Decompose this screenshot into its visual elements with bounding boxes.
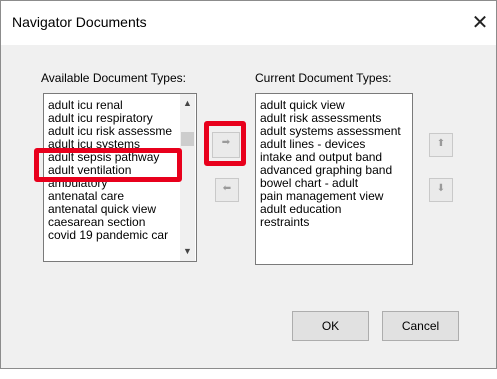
add-document-button[interactable]: ➡ xyxy=(212,132,240,158)
current-types-list[interactable]: adult quick view adult risk assessments … xyxy=(255,93,413,265)
selection-highlight-box xyxy=(34,148,182,182)
list-item[interactable]: covid 19 pandemic car xyxy=(48,229,168,242)
cancel-button[interactable]: Cancel xyxy=(382,311,459,341)
arrow-left-icon: ⬅ xyxy=(222,183,232,194)
arrow-down-icon: ⬇ xyxy=(436,183,446,194)
arrow-up-icon: ⬆ xyxy=(436,138,446,149)
navigator-documents-dialog: Navigator Documents ✕ Available Document… xyxy=(0,0,497,369)
title-bar: Navigator Documents ✕ xyxy=(1,1,496,45)
move-up-button[interactable]: ⬆ xyxy=(429,133,453,157)
scroll-down-icon[interactable]: ▼ xyxy=(180,244,195,259)
available-list-scrollbar[interactable]: ▲ ▼ xyxy=(180,94,195,261)
ok-button[interactable]: OK xyxy=(292,311,369,341)
scroll-up-icon[interactable]: ▲ xyxy=(180,96,195,111)
dialog-title: Navigator Documents xyxy=(12,14,147,30)
scrollbar-thumb[interactable] xyxy=(181,132,194,146)
available-types-label: Available Document Types: xyxy=(41,71,186,85)
remove-document-button[interactable]: ⬅ xyxy=(215,178,239,202)
arrow-right-icon: ➡ xyxy=(221,137,231,148)
close-icon[interactable]: ✕ xyxy=(467,10,493,36)
list-item[interactable]: restraints xyxy=(260,216,309,229)
current-types-label: Current Document Types: xyxy=(255,71,392,85)
move-down-button[interactable]: ⬇ xyxy=(429,178,453,202)
